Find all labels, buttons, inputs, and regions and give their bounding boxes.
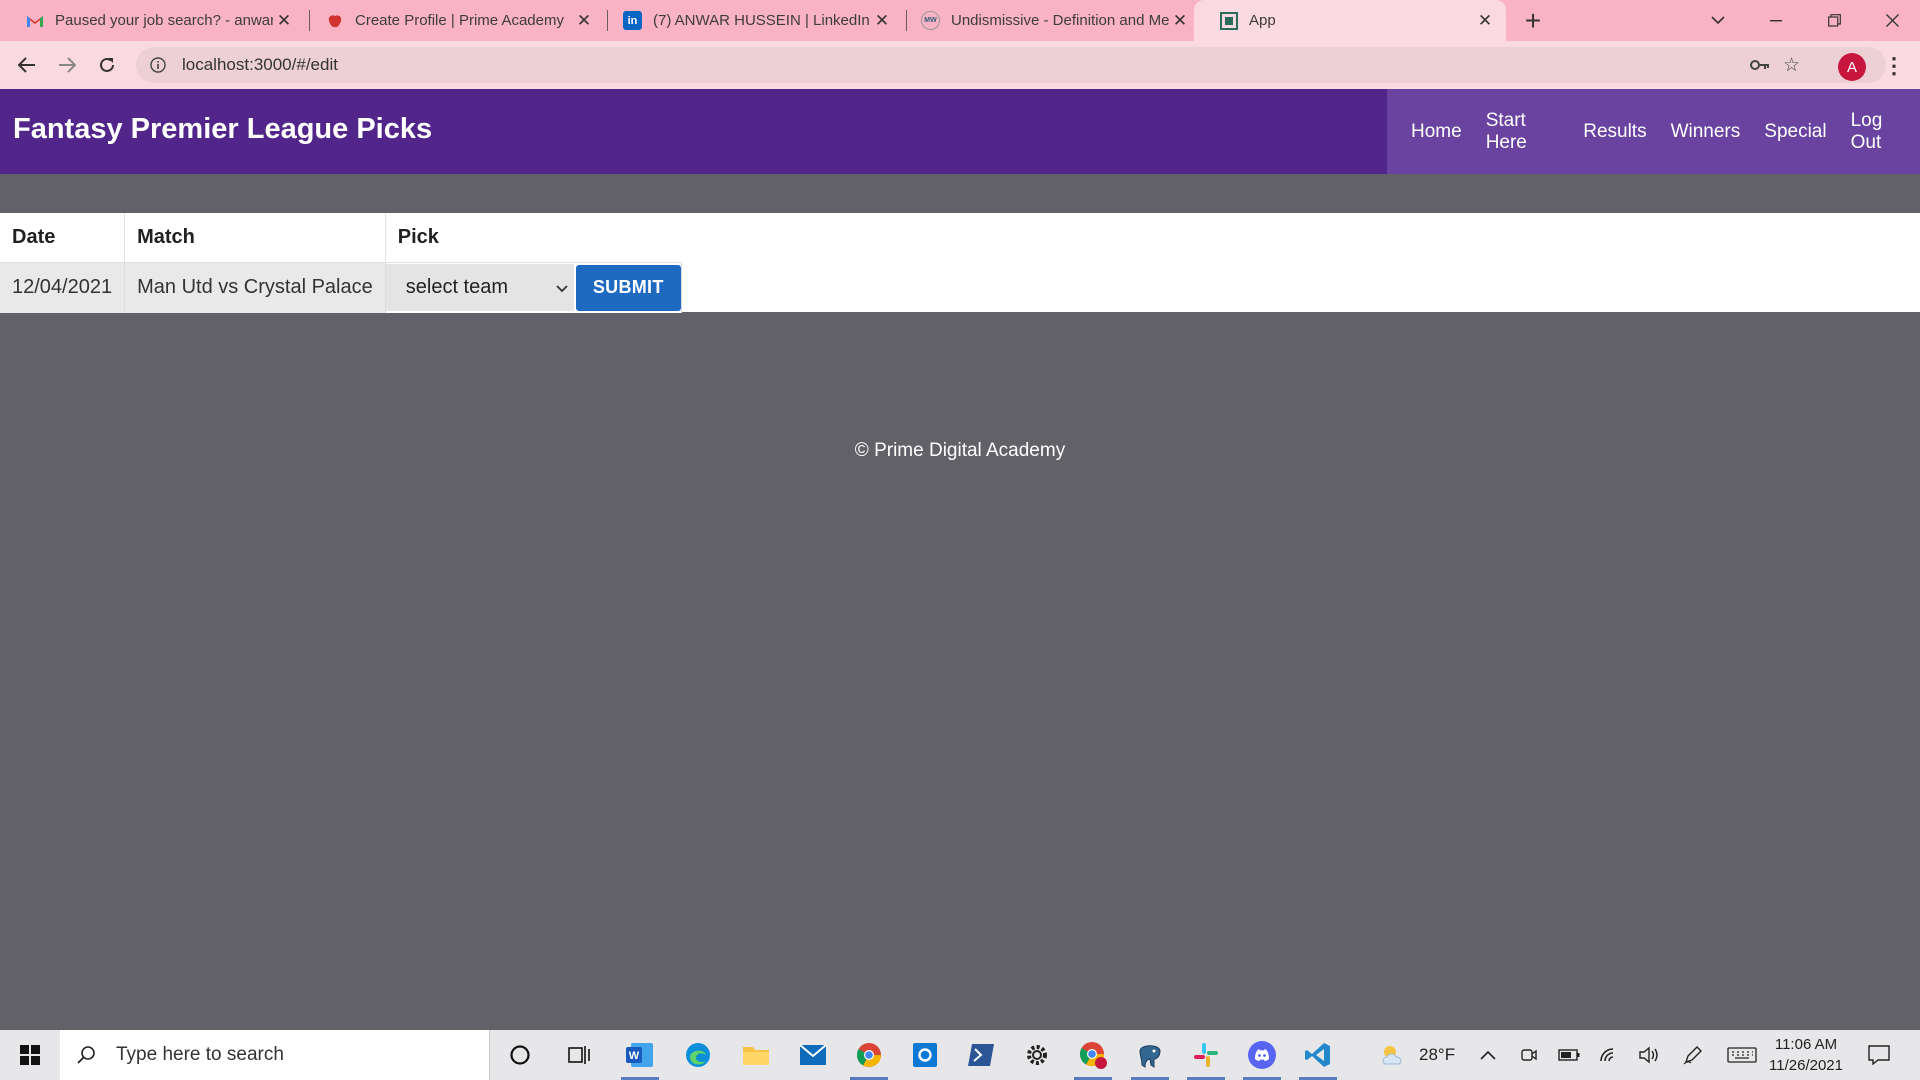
restore-button[interactable] — [1806, 0, 1862, 41]
nav-home[interactable]: Home — [1411, 121, 1462, 143]
word-icon[interactable]: W — [617, 1035, 663, 1080]
prime-academy-icon — [325, 11, 344, 30]
taskbar-search-box[interactable]: Type here to search — [60, 1030, 490, 1080]
tab-app[interactable]: App ✕ — [1194, 0, 1506, 41]
taskbar-clock[interactable]: 11:06 AM 11/26/2021 — [1756, 1034, 1856, 1076]
weather-icon[interactable] — [1380, 1030, 1410, 1080]
nav-start-here[interactable]: Start Here — [1486, 110, 1560, 154]
footer-copyright: © Prime Digital Academy — [854, 440, 1066, 461]
merriam-webster-icon: MW — [921, 11, 940, 30]
team-select[interactable]: select team — [385, 264, 574, 311]
close-icon[interactable]: ✕ — [273, 11, 295, 31]
task-view-icon[interactable] — [556, 1035, 602, 1075]
meet-now-icon[interactable] — [1520, 1030, 1538, 1080]
column-header-pick: Pick — [385, 213, 682, 263]
windows-start-icon[interactable] — [0, 1030, 60, 1080]
postgres-icon[interactable] — [1127, 1035, 1173, 1080]
submit-button[interactable]: SUBMIT — [575, 264, 681, 311]
browser-toolbar: localhost:3000/#/edit ☆ A ⋮ — [0, 41, 1920, 89]
browser-menu-icon[interactable]: ⋮ — [1880, 51, 1908, 81]
tab-title: Paused your job search? - anwar — [55, 12, 273, 29]
row-match: Man Utd vs Crystal Palace — [124, 262, 386, 313]
minimize-button[interactable] — [1748, 0, 1804, 41]
notifications-icon[interactable] — [1868, 1030, 1890, 1080]
picks-table: Date Match Pick 12/04/2021 Man Utd vs Cr… — [0, 213, 682, 313]
site-info-icon[interactable] — [148, 55, 168, 75]
close-icon[interactable]: ✕ — [871, 11, 893, 31]
outlook-icon[interactable] — [902, 1035, 948, 1075]
search-placeholder: Type here to search — [116, 1044, 284, 1065]
clock-date: 11/26/2021 — [1769, 1057, 1843, 1074]
nav-log-out[interactable]: Log Out — [1851, 110, 1908, 154]
svg-text:W: W — [629, 1050, 640, 1062]
file-explorer-icon[interactable] — [733, 1035, 779, 1075]
clock-time: 11:06 AM — [1774, 1036, 1838, 1053]
table-header-row: Date Match Pick — [0, 213, 682, 263]
windows-taskbar: Type here to search W 28°F 11:06 AM 11/2… — [0, 1030, 1920, 1080]
search-icon — [76, 1045, 100, 1065]
close-icon[interactable]: ✕ — [573, 11, 595, 31]
main-nav: Home Start Here Results Winners Special … — [1387, 89, 1920, 174]
discord-icon[interactable] — [1239, 1035, 1285, 1080]
back-button[interactable] — [11, 49, 43, 81]
table-row: 12/04/2021 Man Utd vs Crystal Palace sel… — [0, 262, 682, 313]
weather-temperature: 28°F — [1419, 1045, 1456, 1064]
bookmark-star-icon[interactable]: ☆ — [1783, 47, 1800, 83]
powershell-icon[interactable] — [958, 1035, 1004, 1075]
tab-title: App — [1249, 12, 1276, 29]
wifi-icon[interactable] — [1599, 1030, 1619, 1080]
vscode-icon[interactable] — [1295, 1035, 1341, 1080]
column-header-match: Match — [124, 213, 386, 263]
row-pick-cell: select team SUBMIT — [385, 262, 682, 313]
edge-icon[interactable] — [675, 1035, 721, 1075]
close-window-button[interactable] — [1864, 0, 1920, 41]
new-tab-button[interactable]: + — [1518, 4, 1548, 38]
show-hidden-icons-icon[interactable] — [1480, 1030, 1496, 1080]
close-icon[interactable]: ✕ — [1169, 11, 1191, 31]
tab-prime-academy[interactable]: Create Profile | Prime Academy ✕ — [300, 0, 605, 41]
nav-special[interactable]: Special — [1764, 121, 1826, 143]
profile-avatar[interactable]: A — [1838, 53, 1866, 81]
linkedin-icon: in — [623, 11, 642, 30]
close-icon[interactable]: ✕ — [1474, 11, 1496, 31]
tab-linkedin[interactable]: in (7) ANWAR HUSSEIN | LinkedIn ✕ — [598, 0, 903, 41]
gmail-icon — [25, 11, 44, 30]
volume-icon[interactable] — [1638, 1030, 1660, 1080]
reload-button[interactable] — [91, 49, 123, 81]
browser-tab-strip: Paused your job search? - anwar ✕ Create… — [0, 0, 1920, 41]
nav-results[interactable]: Results — [1583, 121, 1646, 143]
tab-gmail[interactable]: Paused your job search? - anwar ✕ — [0, 0, 305, 41]
tab-title: (7) ANWAR HUSSEIN | LinkedIn — [653, 12, 870, 29]
nav-winners[interactable]: Winners — [1671, 121, 1741, 143]
mail-icon[interactable] — [790, 1035, 836, 1075]
pen-icon[interactable] — [1683, 1030, 1703, 1080]
app-title: Fantasy Premier League Picks — [13, 113, 433, 145]
slack-icon[interactable] — [1183, 1035, 1229, 1080]
tab-merriam-webster[interactable]: MW Undismissive - Definition and Me ✕ — [896, 0, 1201, 41]
chrome-icon[interactable] — [846, 1035, 892, 1080]
app-header: Fantasy Premier League Picks Home Start … — [0, 89, 1920, 174]
picks-panel: Date Match Pick 12/04/2021 Man Utd vs Cr… — [0, 213, 1920, 313]
address-bar[interactable]: localhost:3000/#/edit ☆ — [136, 47, 1886, 83]
password-key-icon[interactable] — [1750, 47, 1770, 83]
row-date: 12/04/2021 — [0, 262, 126, 313]
keyboard-icon[interactable] — [1727, 1030, 1757, 1080]
team-select-value: select team — [405, 276, 509, 298]
cortana-icon[interactable] — [497, 1035, 543, 1075]
url-text: localhost:3000/#/edit — [182, 55, 338, 74]
app-icon — [1219, 11, 1238, 30]
tab-search-icon[interactable] — [1690, 0, 1746, 41]
tab-title: Undismissive - Definition and Me — [951, 12, 1169, 29]
tab-title: Create Profile | Prime Academy — [355, 12, 564, 29]
chrome-profile-icon[interactable] — [1070, 1035, 1116, 1080]
forward-button[interactable] — [51, 49, 83, 81]
battery-icon[interactable] — [1558, 1030, 1580, 1080]
chevron-down-icon — [556, 280, 568, 296]
settings-icon[interactable] — [1014, 1035, 1060, 1075]
column-header-date: Date — [0, 213, 126, 263]
